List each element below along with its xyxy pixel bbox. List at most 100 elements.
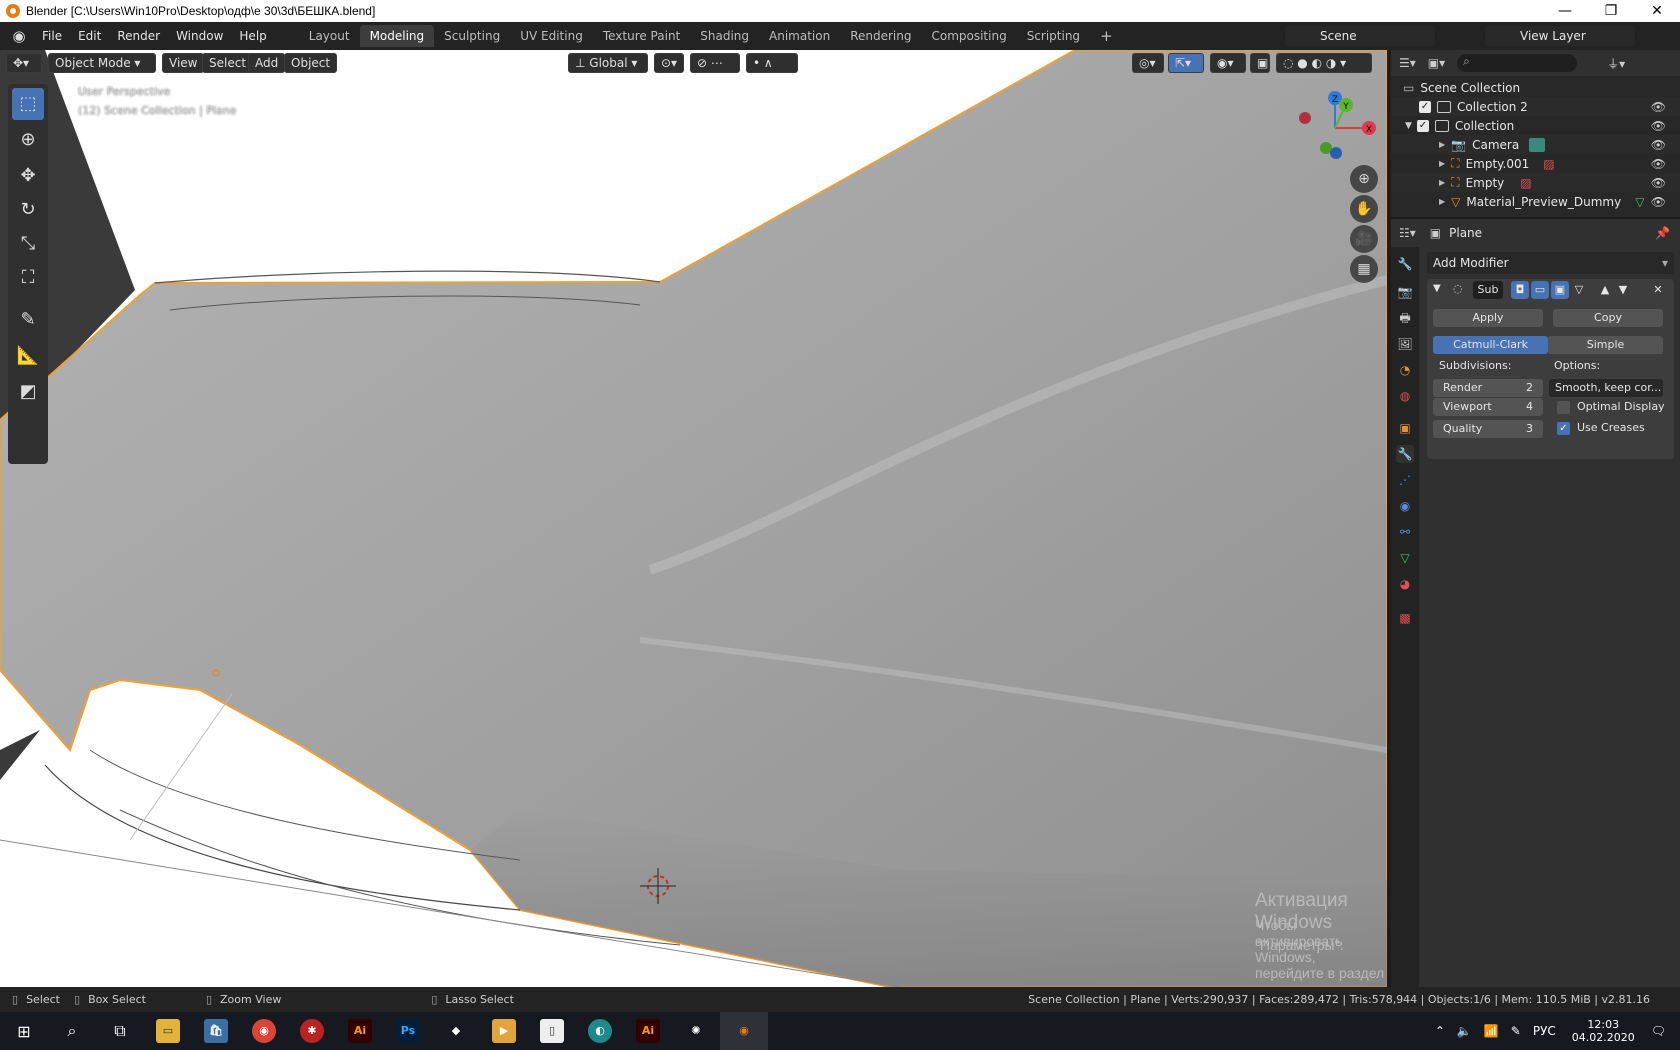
particles-tab-icon[interactable]: ⋰ xyxy=(1396,471,1414,489)
close-button[interactable]: ✕ xyxy=(1634,0,1680,22)
eye-icon[interactable]: 👁 xyxy=(1651,138,1666,152)
outliner-row-material-preview-dummy[interactable]: ▶ ▽ Material_Preview_Dummy ▽ 👁 xyxy=(1391,192,1680,211)
menu-edit[interactable]: Edit xyxy=(70,29,109,43)
illustrator-icon-2[interactable]: Ai xyxy=(624,1012,672,1050)
cursor-tool[interactable]: ⊕ xyxy=(12,124,44,156)
search-icon[interactable]: ⌕ xyxy=(48,1012,96,1050)
blender-active-icon[interactable]: ◉ xyxy=(720,1012,768,1050)
tab-shading[interactable]: Shading xyxy=(690,25,759,47)
expand-chevron-icon[interactable]: ▶ xyxy=(1439,197,1445,206)
apply-button[interactable]: Apply xyxy=(1433,309,1543,327)
file-explorer-icon[interactable]: ▭ xyxy=(144,1012,192,1050)
tab-uv-editing[interactable]: UV Editing xyxy=(510,25,593,47)
menu-window[interactable]: Window xyxy=(168,29,231,43)
catmull-clark-button[interactable]: Catmull-Clark xyxy=(1433,336,1548,354)
volume-icon[interactable]: 🔈 xyxy=(1457,1024,1472,1038)
tab-animation[interactable]: Animation xyxy=(759,25,840,47)
expand-chevron-icon[interactable]: ▶ xyxy=(1439,140,1445,149)
annotate-tool[interactable]: ✎ xyxy=(12,304,44,336)
menu-help[interactable]: Help xyxy=(231,29,274,43)
checkbox-icon[interactable]: ✓ xyxy=(1419,100,1431,113)
modifier-name-field[interactable]: Sub xyxy=(1473,281,1503,299)
chevron-up-icon[interactable]: ⌃ xyxy=(1435,1024,1445,1038)
menu-add[interactable]: Add xyxy=(248,53,286,73)
modifier-tab-icon[interactable]: 🔧 xyxy=(1396,445,1414,463)
overlays-toggle[interactable]: ◉▾ xyxy=(1210,53,1246,73)
pen-icon[interactable]: ✎ xyxy=(1511,1024,1521,1038)
outliner-row-empty-001[interactable]: ▶ ⛶ Empty.001 ▨ 👁 xyxy=(1391,154,1680,173)
eye-icon[interactable]: 👁 xyxy=(1651,195,1666,209)
outliner-row-collection[interactable]: ▼ ✓ Collection 👁 xyxy=(1391,116,1680,135)
eye-icon[interactable]: 👁 xyxy=(1651,157,1666,171)
app-teal-icon[interactable]: ◐ xyxy=(576,1012,624,1050)
media-icon[interactable]: ▶ xyxy=(480,1012,528,1050)
outliner-search-input[interactable]: ⌕ xyxy=(1457,54,1578,72)
expand-chevron-icon[interactable]: ▶ xyxy=(1439,159,1445,168)
realtime-toggle-icon[interactable]: ▭ xyxy=(1531,281,1549,299)
editor-type-button[interactable]: ✥▾ xyxy=(6,53,42,73)
object-tab-icon[interactable]: ▣ xyxy=(1396,419,1414,437)
photoshop-icon[interactable]: Ps xyxy=(384,1012,432,1050)
3d-viewport[interactable]: ✥▾ Object Mode ▾ View Select Add Object … xyxy=(0,50,1387,987)
transform-tool[interactable]: ⛶ xyxy=(12,262,44,294)
windows-start-icon[interactable]: ⊞ xyxy=(0,1012,48,1050)
zoom-view-icon[interactable]: ⊕ xyxy=(1350,165,1378,193)
proportional-editing-button[interactable]: • ∧ xyxy=(746,53,798,73)
move-down-icon[interactable]: ▼ xyxy=(1615,281,1631,299)
tab-texture-paint[interactable]: Texture Paint xyxy=(593,25,690,47)
checkbox-icon[interactable]: ✓ xyxy=(1416,119,1429,132)
menu-view[interactable]: View xyxy=(162,53,205,73)
expand-chevron-icon[interactable]: ▼ xyxy=(1405,121,1412,131)
simple-button[interactable]: Simple xyxy=(1548,336,1663,354)
eye-icon[interactable]: 👁 xyxy=(1651,100,1666,114)
move-up-icon[interactable]: ▲ xyxy=(1597,281,1613,299)
data-tab-icon[interactable]: ▽ xyxy=(1396,549,1414,567)
outliner-row-collection-2[interactable]: ✓ Collection 2 👁 xyxy=(1391,97,1680,116)
uv-smooth-dropdown[interactable]: Smooth, keep cor... xyxy=(1549,379,1663,397)
tab-modeling[interactable]: Modeling xyxy=(359,25,435,47)
blender-menu-icon[interactable]: ◉ xyxy=(10,27,28,45)
minimize-button[interactable]: — xyxy=(1542,0,1588,22)
menu-select[interactable]: Select xyxy=(202,53,254,73)
task-view-icon[interactable]: ⧉ xyxy=(96,1012,144,1050)
edit-mode-toggle-icon[interactable]: ◘ xyxy=(1511,281,1529,299)
pan-view-icon[interactable]: ✋ xyxy=(1350,195,1378,223)
select-box-tool[interactable]: ⬚ xyxy=(12,88,44,120)
material-tab-icon[interactable]: ◕ xyxy=(1396,575,1414,593)
notifications-icon[interactable]: 🗨 xyxy=(1651,1024,1666,1038)
outliner-row-camera[interactable]: ▶ 📷 Camera 👁 xyxy=(1391,135,1680,154)
menu-render[interactable]: Render xyxy=(109,29,168,43)
tab-layout[interactable]: Layout xyxy=(299,25,360,47)
move-tool[interactable]: ✥ xyxy=(12,160,44,192)
outliner-editor-icon[interactable]: ☰▾ xyxy=(1399,56,1416,70)
copy-button[interactable]: Copy xyxy=(1553,309,1663,327)
tab-sculpting[interactable]: Sculpting xyxy=(434,25,510,47)
chrome-icon[interactable]: ◉ xyxy=(240,1012,288,1050)
tab-rendering[interactable]: Rendering xyxy=(840,25,921,47)
properties-editor-icon[interactable]: ☷▾ xyxy=(1399,226,1416,240)
blender-icon[interactable]: ✺ xyxy=(672,1012,720,1050)
pivot-point-button[interactable]: ⊙▾ xyxy=(654,53,684,73)
texture-tab-icon[interactable]: ▩ xyxy=(1396,609,1414,627)
document-icon[interactable]: ▯ xyxy=(528,1012,576,1050)
scene-selector[interactable]: Scene xyxy=(1285,26,1435,46)
clock[interactable]: 12:03 04.02.2020 xyxy=(1572,1018,1635,1044)
network-icon[interactable]: 📶 xyxy=(1484,1024,1499,1038)
language-indicator[interactable]: РУС xyxy=(1533,1024,1556,1038)
expand-chevron-icon[interactable]: ▶ xyxy=(1439,178,1445,187)
world-tab-icon[interactable]: ◍ xyxy=(1396,387,1414,405)
tab-compositing[interactable]: Compositing xyxy=(921,25,1016,47)
scene-tab-icon[interactable]: ◔ xyxy=(1396,361,1414,379)
camera-view-icon[interactable]: 🎥 xyxy=(1350,225,1378,253)
collapse-chevron-icon[interactable]: ▼ xyxy=(1433,283,1441,294)
physics-tab-icon[interactable]: ◉ xyxy=(1396,497,1414,515)
render-toggle-icon[interactable]: ▣ xyxy=(1551,281,1569,299)
menu-file[interactable]: File xyxy=(34,29,70,43)
tool-tab-icon[interactable]: 🔧 xyxy=(1396,255,1414,273)
view-layer-selector[interactable]: View Layer xyxy=(1485,26,1635,46)
on-cage-toggle-icon[interactable]: ▽ xyxy=(1571,281,1587,299)
illustrator-icon[interactable]: Ai xyxy=(336,1012,384,1050)
menu-object[interactable]: Object xyxy=(284,53,338,73)
outliner-row-empty[interactable]: ▶ ⛶ Empty ▨ 👁 xyxy=(1391,173,1680,192)
eye-icon[interactable]: 👁 xyxy=(1651,176,1666,190)
